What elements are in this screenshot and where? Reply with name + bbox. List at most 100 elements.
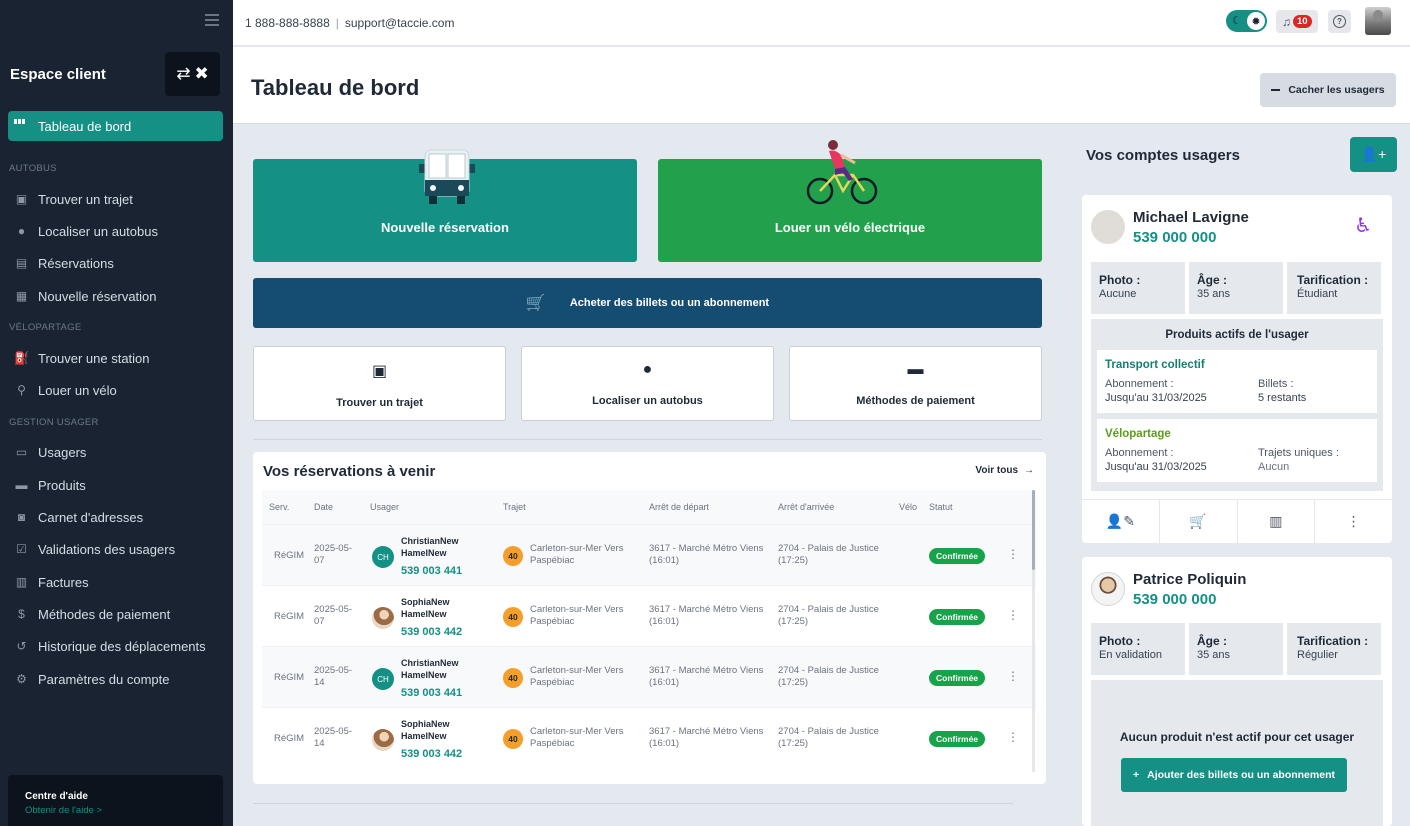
add-user-button[interactable]: 👤+	[1350, 137, 1397, 172]
sidebar-item-locate-bus[interactable]: ● Localiser un autobus	[14, 222, 158, 240]
section-velopartage: VÉLOPARTAGE	[9, 322, 82, 333]
help-button[interactable]: ?	[1328, 10, 1351, 33]
upcoming-reservations: Vos réservations à venir Voir tous → Ser…	[253, 452, 1046, 784]
minus-icon	[1271, 89, 1281, 91]
bell-icon: ♫	[1282, 14, 1291, 29]
more-vertical-icon[interactable]: ⋮	[1007, 547, 1019, 561]
help-center-title: Centre d'aide	[25, 791, 88, 802]
sidebar: Espace client ⇄ ✖ Tableau de bord AUTOBU…	[0, 0, 233, 826]
sidebar-item-users[interactable]: ▭ Usagers	[14, 443, 87, 461]
top-bar: 1 888-888-8888 | support@taccie.com ☾ ✹ ♫ …	[233, 0, 1410, 46]
grid-icon	[14, 119, 26, 131]
hamburger-icon[interactable]	[205, 14, 219, 26]
sidebar-item-reservations[interactable]: ▤ Réservations	[14, 254, 114, 272]
location-pin-icon: ●	[642, 361, 653, 378]
cart-plus-icon[interactable]: 🛒	[1160, 500, 1238, 543]
table-row[interactable]: RéGIM 2025-05-14 SophiaNew HamelNew 539 0…	[262, 707, 1036, 768]
col-status: Statut	[929, 502, 953, 512]
notifications-button[interactable]: ♫ 10	[1276, 10, 1318, 33]
status-badge: Confirmée	[929, 548, 986, 564]
more-vertical-icon[interactable]: ⋮	[1315, 500, 1392, 543]
table-header: Serv. Date Usager Trajet Arrêt de départ…	[262, 490, 1036, 524]
sidebar-item-settings[interactable]: ⚙ Paramètres du compte	[14, 670, 169, 688]
sidebar-item-products[interactable]: ▬ Produits	[14, 476, 86, 494]
no-product-message: Aucun produit n'est actif pour cet usage…	[1119, 730, 1355, 744]
dollar-icon: $	[18, 607, 25, 621]
sidebar-item-find-station[interactable]: ⛽ Trouver une station	[14, 349, 150, 367]
col-departure: Arrêt de départ	[649, 502, 710, 512]
divider	[253, 439, 1042, 440]
avatar[interactable]	[1365, 7, 1391, 35]
sidebar-item-validations[interactable]: ☑ Validations des usagers	[14, 540, 175, 558]
table-scrollbar[interactable]	[1032, 490, 1035, 772]
support-email[interactable]: support@taccie.com	[345, 16, 455, 30]
more-vertical-icon[interactable]: ⋮	[1007, 608, 1019, 622]
barcode-icon[interactable]: ▥	[1238, 500, 1316, 543]
cart-plus-icon: 🛒	[525, 295, 546, 312]
more-vertical-icon[interactable]: ⋮	[1007, 730, 1019, 744]
check-card-icon: ☑	[16, 542, 27, 556]
col-arrival: Arrêt d'arrivée	[778, 502, 835, 512]
product-velopartage[interactable]: Vélopartage Abonnement : Jusqu'au 31/03/2…	[1097, 419, 1377, 482]
table-row[interactable]: RéGIM 2025-05-07 CH ChristianNew HamelNew…	[262, 524, 1036, 585]
cyclist-illustration-icon	[806, 140, 878, 205]
sidebar-item-payment-methods[interactable]: $ Méthodes de paiement	[14, 605, 170, 623]
help-center-link[interactable]: Obtenir de l'aide >	[25, 805, 102, 816]
bus-illustration-icon	[419, 149, 475, 204]
route-badge: 40	[503, 546, 523, 566]
payment-methods-card[interactable]: ▬ Méthodes de paiement	[789, 346, 1042, 421]
product-transport[interactable]: Transport collectif Abonnement : Jusqu'au…	[1097, 350, 1377, 413]
section-autobus: AUTOBUS	[9, 163, 57, 174]
sidebar-item-address-book[interactable]: ◙ Carnet d'adresses	[14, 508, 143, 526]
col-date: Date	[314, 502, 334, 512]
sun-icon: ✹	[1247, 12, 1265, 30]
sidebar-item-find-trip[interactable]: ▣ Trouver un trajet	[14, 190, 133, 208]
user-photo-avatar	[372, 729, 394, 751]
wheelchair-icon: ♿	[1354, 215, 1372, 237]
user-plus-icon: 👤+	[1360, 146, 1387, 162]
active-products: Produits actifs de l'usager Transport co…	[1091, 319, 1383, 491]
user-number: 539 000 000	[1133, 591, 1217, 608]
sidebar-item-history[interactable]: ↺ Historique des déplacements	[14, 637, 205, 655]
route-badge: 40	[503, 607, 523, 627]
plus-icon: +	[1133, 769, 1140, 781]
table-row[interactable]: RéGIM 2025-05-14 CH ChristianNew HamelNew…	[262, 646, 1036, 707]
contact-info: 1 888-888-8888 | support@taccie.com	[245, 16, 455, 30]
col-bike: Vélo	[899, 502, 918, 512]
user-photo	[1091, 572, 1125, 606]
hide-users-button[interactable]: Cacher les usagers	[1260, 73, 1396, 107]
see-all-link[interactable]: Voir tous →	[975, 465, 1034, 476]
buy-tickets-button[interactable]: 🛒 Acheter des billets ou un abonnement	[253, 278, 1042, 328]
locate-bus-card[interactable]: ● Localiser un autobus	[521, 346, 774, 421]
find-trip-card[interactable]: ▣ Trouver un trajet	[253, 346, 506, 421]
credit-card-icon: ▬	[907, 361, 924, 378]
bus-icon: ▣	[15, 192, 28, 206]
help-center[interactable]: Centre d'aide Obtenir de l'aide >	[8, 775, 223, 826]
user-initials-avatar: CH	[372, 546, 394, 568]
sidebar-item-invoices[interactable]: ▥ Factures	[14, 573, 89, 591]
calendar-plus-icon: ▦	[15, 289, 28, 303]
history-icon: ↺	[16, 639, 27, 653]
theme-toggle[interactable]: ☾ ✹	[1226, 10, 1267, 32]
sidebar-item-new-reservation[interactable]: ▦ Nouvelle réservation	[14, 287, 157, 305]
active-products-title: Produits actifs de l'usager	[1165, 329, 1309, 341]
station-icon: ⛽	[14, 351, 29, 365]
phone-number[interactable]: 1 888-888-8888	[245, 16, 330, 30]
id-card-icon: ▭	[15, 445, 28, 459]
swap-icon: ⇄	[176, 64, 191, 83]
invoice-icon: ▥	[15, 575, 28, 589]
user-actions: 👤✎ 🛒 ▥ ⋮	[1082, 499, 1392, 543]
moon-icon: ☾	[1232, 15, 1242, 27]
edit-user-icon[interactable]: 👤✎	[1082, 500, 1160, 543]
user-accounts-title: Vos comptes usagers	[1086, 147, 1240, 164]
status-badge: Confirmée	[929, 609, 986, 625]
reservations-title: Vos réservations à venir	[263, 463, 436, 480]
table-row[interactable]: RéGIM 2025-05-07 SophiaNew HamelNew 539 0…	[262, 585, 1036, 646]
switch-tools-button[interactable]: ⇄ ✖	[165, 52, 220, 96]
more-vertical-icon[interactable]: ⋮	[1007, 669, 1019, 683]
sidebar-item-rent-bike[interactable]: ⚲ Louer un vélo	[14, 381, 117, 399]
add-tickets-button[interactable]: + Ajouter des billets ou un abonnement	[1121, 758, 1347, 792]
active-products-empty: Aucun produit n'est actif pour cet usage…	[1091, 680, 1383, 826]
sidebar-item-dashboard[interactable]: Tableau de bord	[8, 111, 223, 141]
route-badge: 40	[503, 668, 523, 688]
